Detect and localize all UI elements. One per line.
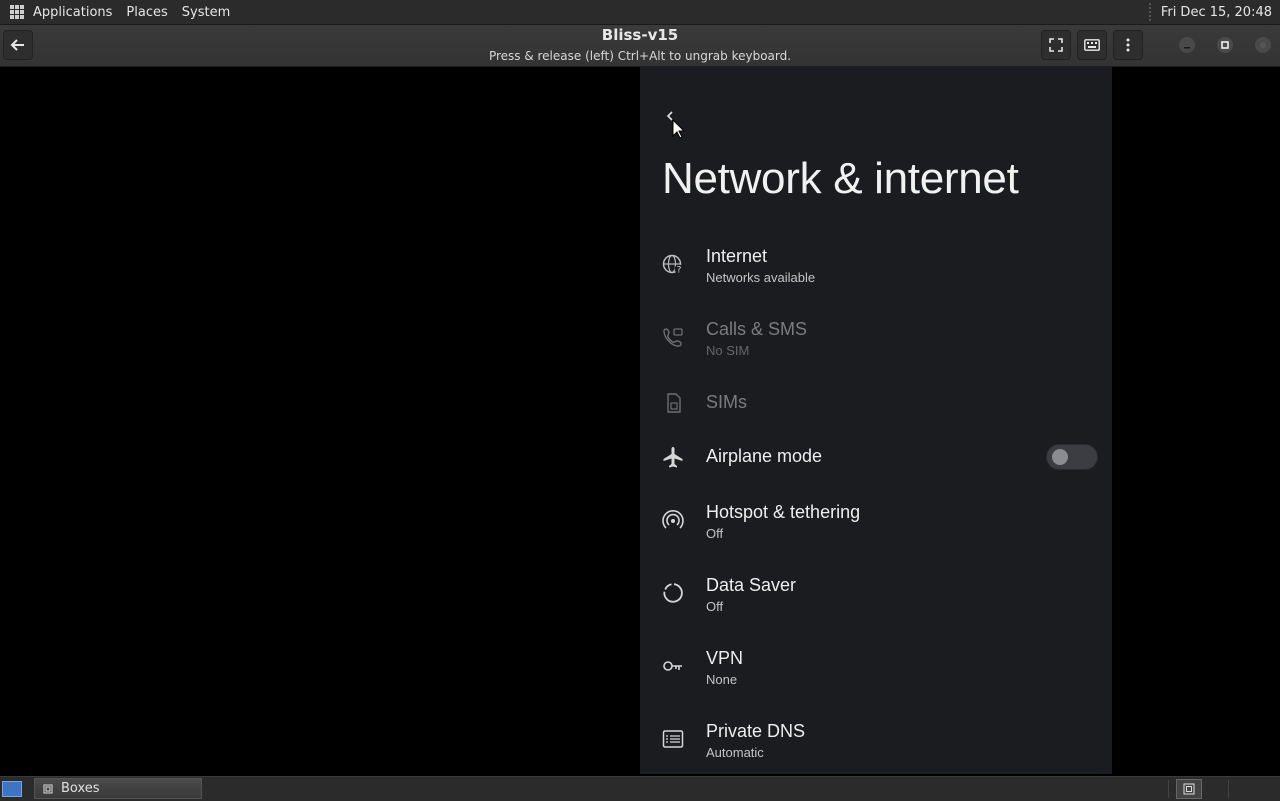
setting-title: Private DNS	[706, 721, 806, 741]
airplane-mode-toggle[interactable]	[1046, 444, 1098, 470]
setting-subtitle: None	[706, 672, 738, 687]
setting-airplane-mode[interactable]: Airplane mode	[640, 432, 1112, 496]
setting-hotspot[interactable]: Hotspot & tethering Off	[640, 488, 1112, 552]
keyboard-icon	[1084, 39, 1100, 51]
setting-calls-sms[interactable]: Calls & SMS No SIM	[640, 305, 1112, 369]
setting-title: SIMs	[706, 392, 748, 412]
keyboard-button[interactable]	[1077, 30, 1107, 60]
setting-subtitle: Off	[706, 599, 724, 614]
boxes-titlebar: Bliss-v15 Press & release (left) Ctrl+Al…	[0, 25, 1280, 67]
minimize-button[interactable]	[1179, 37, 1195, 53]
sim-card-icon	[667, 393, 681, 413]
menu-button[interactable]	[1113, 30, 1143, 60]
android-settings-screen[interactable]: Network & internet ? Internet Networks a…	[640, 66, 1112, 774]
panel-separator	[1148, 3, 1155, 21]
data-saver-icon	[663, 583, 683, 603]
hotspot-icon	[662, 510, 684, 529]
minimize-icon	[1184, 47, 1190, 49]
setting-title: Calls & SMS	[706, 319, 808, 339]
setting-subtitle: No SIM	[706, 343, 750, 358]
setting-subtitle: Automatic	[706, 745, 764, 760]
phone-sms-icon	[663, 328, 683, 347]
fullscreen-icon	[1049, 38, 1063, 52]
taskbar-item-label: Boxes	[61, 781, 100, 796]
dns-icon	[662, 730, 684, 748]
kebab-menu-icon	[1126, 38, 1130, 52]
apps-grid-icon[interactable]	[10, 5, 24, 19]
setting-title: Hotspot & tethering	[706, 502, 861, 522]
setting-title: Data Saver	[706, 575, 797, 595]
maximize-button[interactable]	[1217, 37, 1233, 53]
setting-subtitle: Off	[706, 526, 724, 541]
toggle-knob	[1052, 449, 1068, 465]
setting-internet[interactable]: ? Internet Networks available	[640, 232, 1112, 296]
setting-private-dns[interactable]: Private DNS Automatic	[640, 707, 1112, 771]
workspace-icon	[1183, 783, 1195, 795]
bottom-taskbar: Boxes	[0, 776, 1280, 801]
key-icon	[663, 661, 682, 671]
svg-text:?: ?	[677, 266, 682, 276]
show-desktop-button[interactable]	[2, 781, 22, 797]
close-button[interactable]	[1255, 37, 1271, 53]
setting-title: VPN	[706, 648, 744, 668]
fullscreen-button[interactable]	[1041, 30, 1071, 60]
menu-applications[interactable]: Applications	[33, 5, 112, 20]
setting-data-saver[interactable]: Data Saver Off	[640, 561, 1112, 625]
boxes-app-icon	[43, 784, 53, 793]
setting-subtitle: Networks available	[706, 270, 816, 285]
setting-title: Airplane mode	[706, 446, 823, 466]
back-arrow-icon[interactable]	[664, 110, 684, 140]
tray-separator	[1168, 780, 1169, 798]
globe-question-icon: ?	[662, 254, 684, 276]
airplane-icon	[663, 447, 683, 468]
tray-separator	[1228, 780, 1229, 798]
page-title: Network & internet	[662, 154, 1019, 203]
workspace-switcher[interactable]	[1176, 779, 1202, 799]
clock[interactable]: Fri Dec 15, 20:48	[1161, 5, 1272, 20]
setting-title: Internet	[706, 246, 768, 266]
menu-places[interactable]: Places	[126, 5, 167, 20]
close-icon	[1260, 42, 1266, 48]
taskbar-item-boxes[interactable]: Boxes	[34, 778, 202, 799]
menu-system[interactable]: System	[182, 5, 230, 20]
top-panel: Applications Places System Fri Dec 15, 2…	[0, 0, 1280, 25]
setting-vpn[interactable]: VPN None	[640, 634, 1112, 698]
maximize-icon	[1221, 41, 1229, 49]
